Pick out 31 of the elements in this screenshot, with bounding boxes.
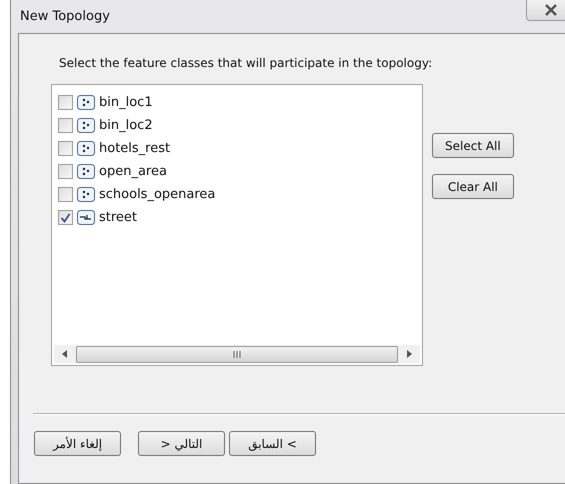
point-feature-icon bbox=[77, 118, 95, 133]
next-button[interactable]: > التالي bbox=[138, 431, 225, 456]
point-feature-icon bbox=[77, 141, 95, 156]
point-feature-icon bbox=[77, 164, 95, 179]
point-feature-icon bbox=[77, 95, 95, 110]
checkbox[interactable] bbox=[58, 164, 73, 179]
checkbox[interactable] bbox=[58, 118, 73, 133]
cancel-button[interactable]: إلغاء الأمر bbox=[34, 431, 121, 456]
line-feature-icon bbox=[77, 210, 95, 225]
feature-class-name[interactable]: open_area bbox=[99, 164, 167, 179]
select-all-button[interactable]: Select All bbox=[432, 133, 514, 158]
checkbox[interactable] bbox=[58, 210, 73, 225]
checkbox[interactable] bbox=[58, 141, 73, 156]
close-icon bbox=[544, 4, 558, 16]
checkbox[interactable] bbox=[58, 95, 73, 110]
feature-class-name[interactable]: bin_loc1 bbox=[99, 95, 153, 110]
point-feature-icon bbox=[77, 187, 95, 202]
horizontal-scrollbar[interactable] bbox=[54, 345, 420, 363]
feature-class-name[interactable]: street bbox=[99, 210, 138, 225]
feature-class-name[interactable]: hotels_rest bbox=[99, 141, 170, 156]
feature-class-name[interactable]: schools_openarea bbox=[99, 187, 216, 202]
checkbox[interactable] bbox=[58, 187, 73, 202]
close-button[interactable] bbox=[526, 0, 565, 21]
scrollbar-thumb[interactable] bbox=[76, 346, 398, 362]
instruction-text: Select the feature classes that will participate in the topology: bbox=[59, 56, 434, 70]
scroll-right-icon[interactable] bbox=[406, 350, 412, 358]
scroll-left-icon[interactable] bbox=[62, 350, 68, 358]
back-button[interactable]: السابق < bbox=[229, 431, 316, 456]
window-title: New Topology bbox=[20, 9, 110, 24]
clear-all-button[interactable]: Clear All bbox=[432, 174, 514, 199]
feature-class-name[interactable]: bin_loc2 bbox=[99, 118, 153, 133]
